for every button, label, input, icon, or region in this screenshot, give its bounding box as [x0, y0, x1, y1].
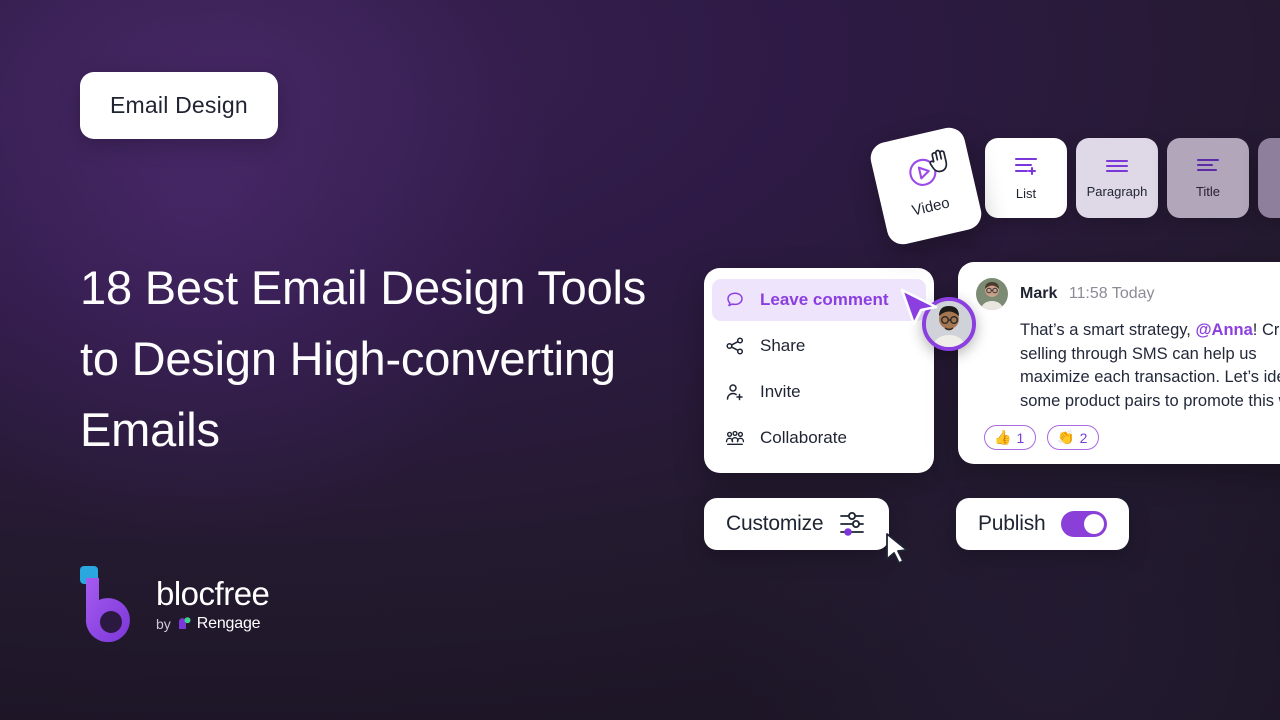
comment-author: Mark: [1020, 285, 1058, 302]
people-group-icon: [725, 428, 745, 448]
rengage-logo-icon: [178, 617, 191, 629]
page-title: 18 Best Email Design Tools to Design Hig…: [80, 261, 647, 456]
menu-item-leave-comment[interactable]: Leave comment: [712, 279, 926, 321]
block-chip-paragraph[interactable]: Paragraph: [1076, 138, 1158, 218]
publish-toggle[interactable]: [1061, 511, 1108, 537]
list-plus-icon: [1014, 157, 1038, 176]
customize-button-label: Customize: [726, 512, 824, 535]
sliders-icon: [840, 512, 865, 536]
comment-body-part1: That’s a smart strategy,: [1020, 321, 1196, 339]
comment-reactions: 👍 1 👏 2: [984, 425, 1280, 450]
person-plus-icon: [725, 382, 745, 402]
logo-b-glyph-icon: [85, 578, 130, 643]
block-chip-paragraph-label: Paragraph: [1086, 184, 1148, 199]
logo-wordmark: blocfree by Rengage: [156, 575, 270, 633]
comment-card: Mark 11:58 Today That’s a smart strategy…: [958, 262, 1280, 464]
publish-button-label: Publish: [978, 512, 1046, 535]
paragraph-lines-icon: [1105, 159, 1129, 173]
block-chip-title[interactable]: Title: [1167, 138, 1249, 218]
logo-parent-name: Rengage: [196, 615, 261, 632]
publish-toggle-knob: [1084, 514, 1105, 534]
speech-bubble-icon: [725, 290, 745, 310]
logo-byline: by Rengage: [156, 615, 269, 633]
reaction-clap-count: 2: [1079, 429, 1088, 446]
menu-item-collaborate-label: Collaborate: [760, 428, 847, 447]
block-chip-list[interactable]: List: [985, 138, 1067, 218]
white-arrow-cursor: [886, 533, 908, 564]
video-chip-icons: [905, 149, 948, 190]
menu-item-invite[interactable]: Invite: [712, 371, 926, 413]
comment-body: That’s a smart strategy, @Anna! Cross-se…: [1020, 319, 1280, 413]
reaction-thumbs-up-count: 1: [1016, 429, 1025, 446]
category-badge-label: Email Design: [110, 92, 248, 118]
comment-timestamp: 11:58 Today: [1068, 285, 1155, 302]
publish-button[interactable]: Publish: [956, 498, 1130, 550]
block-chip-list-label: List: [1015, 186, 1037, 201]
reaction-clap[interactable]: 👏 2: [1047, 425, 1100, 450]
purple-arrow-cursor: [900, 288, 938, 326]
comment-mention[interactable]: @Anna: [1195, 321, 1252, 339]
comment-meta: Mark 11:58 Today: [1020, 285, 1155, 303]
menu-item-share-label: Share: [760, 336, 806, 355]
category-badge[interactable]: Email Design: [80, 72, 278, 139]
hero-canvas: Email Design 18 Best Email Design Tools …: [0, 0, 1280, 720]
block-chip-video-label: Video: [910, 193, 952, 220]
block-chip-html[interactable]: HTML: [1258, 138, 1280, 218]
comment-header: Mark 11:58 Today: [976, 278, 1280, 310]
thumbs-up-emoji: 👍: [994, 429, 1012, 445]
menu-item-collaborate[interactable]: Collaborate: [712, 417, 926, 459]
avatar: [976, 278, 1008, 310]
share-nodes-icon: [725, 336, 745, 356]
grab-hand-cursor: [929, 149, 948, 172]
block-chip-title-label: Title: [1195, 184, 1221, 199]
title-lines-icon: [1196, 158, 1220, 172]
logo-by-prefix: by: [156, 616, 171, 632]
blocfree-b-mark-icon: [80, 566, 142, 644]
brand-logo: blocfree by Rengage: [80, 566, 270, 644]
logo-name: blocfree: [156, 575, 270, 612]
menu-item-share[interactable]: Share: [712, 325, 926, 367]
menu-item-invite-label: Invite: [760, 382, 801, 401]
reaction-thumbs-up[interactable]: 👍 1: [984, 425, 1037, 450]
menu-item-leave-comment-label: Leave comment: [760, 290, 889, 309]
clapping-hands-emoji: 👏: [1057, 429, 1075, 445]
customize-button[interactable]: Customize: [704, 498, 890, 550]
